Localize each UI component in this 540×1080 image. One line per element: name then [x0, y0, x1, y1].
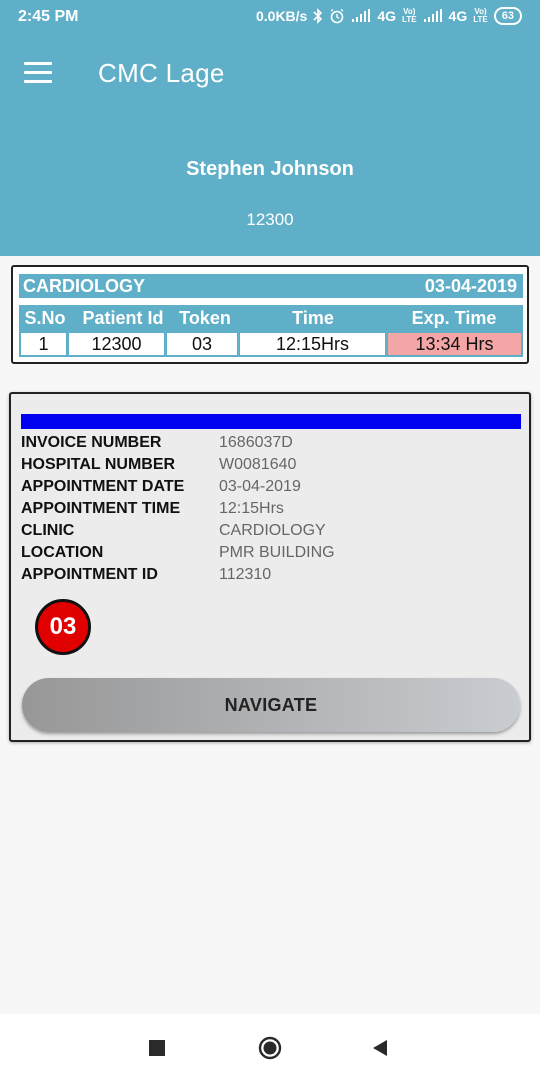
- detail-label: APPOINTMENT TIME: [21, 500, 181, 517]
- volte-icon: Vo) LTE: [473, 7, 488, 24]
- status-bar: 2:45 PM 0.0KB/s 4G Vo) LTE 4G Vo) LTE 63: [0, 0, 540, 34]
- detail-value: CARDIOLOGY: [219, 522, 326, 539]
- system-navigation-bar: [0, 1014, 540, 1080]
- column-header-patient-id: Patient Id: [82, 308, 164, 328]
- signal-icon: [352, 9, 371, 22]
- detail-value: PMR BUILDING: [219, 544, 335, 561]
- column-header-time: Time: [292, 308, 334, 328]
- recents-icon[interactable]: [149, 1040, 165, 1056]
- appointment-details-card: INVOICE NUMBER 1686037D HOSPITAL NUMBER …: [9, 392, 531, 742]
- detail-label: APPOINTMENT ID: [21, 566, 158, 583]
- summary-date: 03-04-2019: [424, 276, 517, 296]
- detail-row-appointment-date: APPOINTMENT DATE 03-04-2019: [21, 478, 521, 500]
- column-header-token: Token: [179, 308, 231, 328]
- detail-row-invoice-number: INVOICE NUMBER 1686037D: [21, 434, 521, 456]
- app-title: CMC Lage: [98, 58, 225, 88]
- battery-icon: 63: [493, 7, 522, 25]
- detail-value: 1686037D: [219, 434, 293, 451]
- cell-time: 12:15Hrs: [240, 333, 385, 355]
- detail-row-appointment-time: APPOINTMENT TIME 12:15Hrs: [21, 500, 521, 522]
- card-accent-bar: [21, 414, 521, 429]
- detail-label: APPOINTMENT DATE: [21, 478, 185, 495]
- column-header-sno: S.No: [24, 308, 66, 328]
- cell-sno: 1: [21, 333, 66, 355]
- summary-column-headers: S.No Patient Id Token Time Exp. Time: [19, 305, 523, 331]
- detail-row-appointment-id: APPOINTMENT ID 112310: [21, 566, 521, 588]
- patient-id: 12300: [246, 210, 294, 229]
- detail-value: 03-04-2019: [219, 478, 301, 495]
- detail-row-hospital-number: HOSPITAL NUMBER W0081640: [21, 456, 521, 478]
- cell-token: 03: [167, 333, 237, 355]
- detail-value: 12:15Hrs: [219, 500, 284, 517]
- bluetooth-icon: [313, 8, 323, 24]
- detail-row-clinic: CLINIC CARDIOLOGY: [21, 522, 521, 544]
- home-icon[interactable]: [258, 1036, 282, 1060]
- status-icons: 0.0KB/s 4G Vo) LTE 4G Vo) LTE 63: [256, 7, 522, 25]
- network-type-1: 4G: [377, 8, 397, 24]
- hamburger-menu-icon[interactable]: [24, 62, 52, 84]
- summary-row: 1 12300 03 12:15Hrs 13:34 Hrs: [19, 331, 523, 357]
- summary-header: CARDIOLOGY 03-04-2019: [19, 274, 523, 298]
- column-header-exp-time: Exp. Time: [411, 308, 497, 328]
- detail-label: LOCATION: [21, 544, 104, 561]
- navigate-button[interactable]: NAVIGATE: [22, 678, 520, 732]
- volte-icon: Vo) LTE: [402, 7, 417, 24]
- token-badge: 03: [35, 599, 91, 655]
- appointment-summary-card: CARDIOLOGY 03-04-2019 S.No Patient Id To…: [11, 265, 529, 364]
- cell-exp-time: 13:34 Hrs: [388, 333, 521, 355]
- detail-value: 112310: [219, 566, 272, 583]
- back-icon[interactable]: [370, 1038, 390, 1058]
- detail-row-location: LOCATION PMR BUILDING: [21, 544, 521, 566]
- cell-patient-id: 12300: [69, 333, 164, 355]
- alarm-icon: [330, 8, 344, 24]
- detail-label: CLINIC: [21, 522, 75, 539]
- detail-label: INVOICE NUMBER: [21, 434, 162, 451]
- detail-value: W0081640: [219, 456, 297, 473]
- summary-department: CARDIOLOGY: [23, 276, 146, 296]
- patient-name: Stephen Johnson: [186, 158, 354, 180]
- app-header: 2:45 PM 0.0KB/s 4G Vo) LTE 4G Vo) LTE 63 C…: [0, 0, 540, 256]
- detail-label: HOSPITAL NUMBER: [21, 456, 176, 473]
- status-time: 2:45 PM: [18, 8, 79, 25]
- network-type-2: 4G: [448, 8, 468, 24]
- signal-icon: [423, 9, 442, 22]
- data-speed: 0.0KB/s: [255, 8, 308, 24]
